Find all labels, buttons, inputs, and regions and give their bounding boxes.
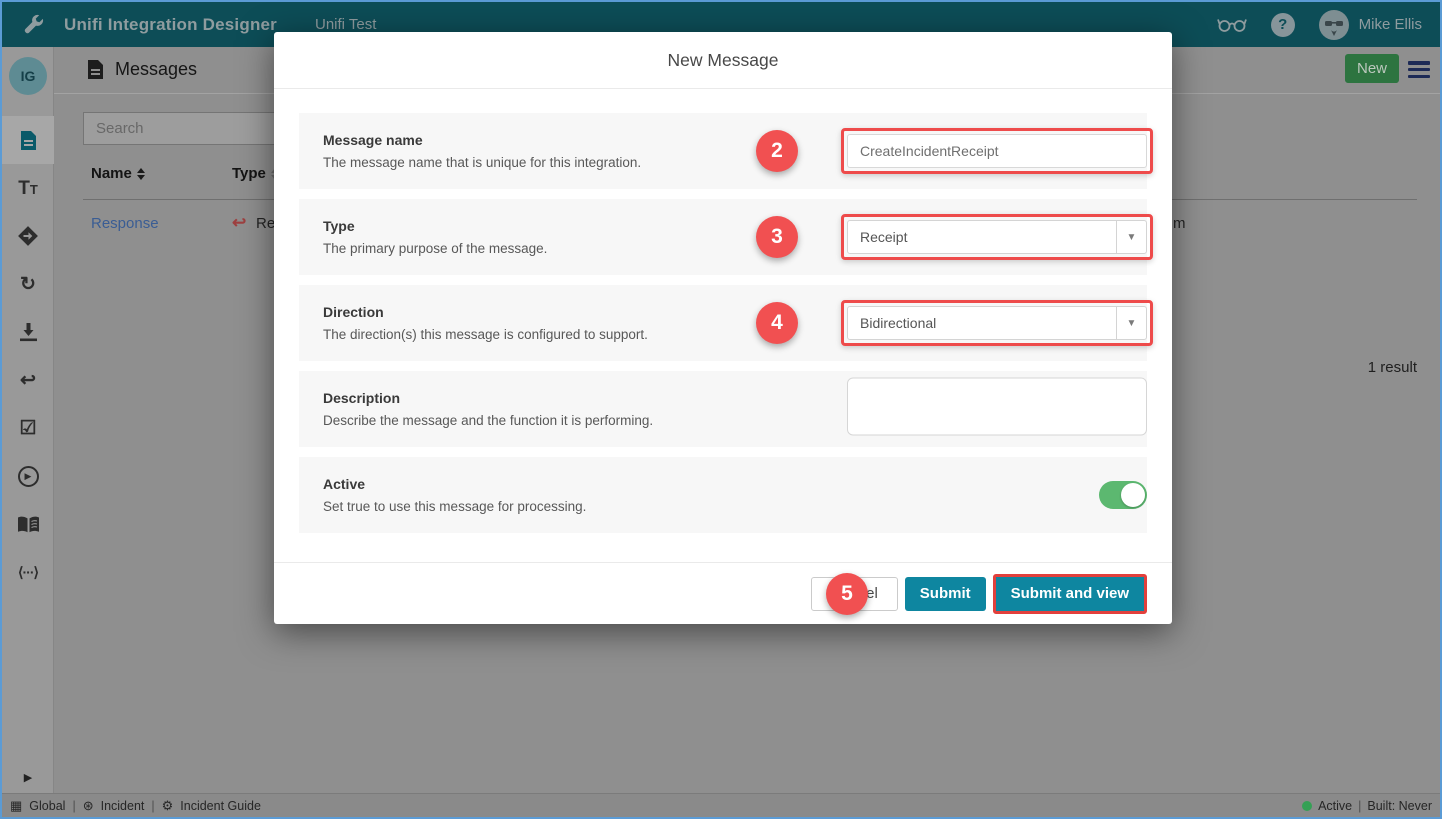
sidebar-item-messages[interactable] [2,116,54,164]
new-message-button[interactable]: New [1345,54,1399,83]
message-name-description: The message name that is unique for this… [323,155,793,170]
direction-description: The direction(s) this message is configu… [323,327,793,342]
results-count: 1 result [1368,359,1417,376]
active-toggle[interactable] [1099,481,1147,509]
clipboard-check-icon: ☑ [19,419,36,438]
active-label: Active [323,476,793,492]
app-label[interactable]: Incident [101,799,145,813]
table-header-row: Name Type [91,165,145,182]
integration-name[interactable]: Unifi Test [315,16,376,33]
reply-arrow-icon: ↩ [20,371,36,390]
left-nav-sidebar: IG TT ↻ ↩ ☑ ▶ ⟨···⟩ ▶ [2,47,54,793]
step-annotation-5: 5 [826,573,868,615]
gear-icon: ⚙ [162,798,174,814]
status-bar: ▦ Global | ⊛ Incident | ⚙ Incident Guide… [2,793,1440,817]
page-title-label: Messages [115,59,197,80]
step-annotation-4: 4 [756,302,798,344]
sort-icon [137,168,145,180]
modal-footer: 5 Cancel Submit Submit and view [274,562,1172,624]
description-textarea[interactable] [847,378,1147,436]
user-name[interactable]: Mike Ellis [1359,16,1422,33]
incident-icon: ⊛ [83,798,94,814]
dropdown-arrow-icon[interactable]: ▼ [1116,221,1146,253]
built-status-label: Built: Never [1367,799,1432,813]
new-message-modal: New Message Message name The message nam… [274,32,1172,624]
send-diamond-icon [17,225,39,247]
highlight-box: Submit and view [993,574,1147,614]
highlight-box: Bidirectional ▼ [841,300,1153,346]
sidebar-item-responses[interactable]: ↩ [2,356,54,404]
field-row-active: Active Set true to use this message for … [299,457,1147,533]
field-row-description: Description Describe the message and the… [299,371,1147,447]
preview-glasses-icon[interactable] [1217,16,1247,33]
active-description: Set true to use this message for process… [323,499,793,514]
history-icon: ↻ [20,275,36,294]
message-name-input[interactable] [847,134,1147,168]
wrench-icon [22,14,44,36]
sidebar-expand-button[interactable]: ▶ [2,765,54,789]
integration-avatar[interactable]: IG [9,57,47,95]
sidebar-item-scripts[interactable]: ⟨···⟩ [2,548,54,596]
active-control [1099,481,1147,509]
description-control [847,378,1147,441]
description-description: Describe the message and the function it… [323,413,793,428]
message-name-label: Message name [323,132,793,148]
sidebar-item-history[interactable]: ↻ [2,260,54,308]
direction-label: Direction [323,304,793,320]
step-annotation-3: 3 [756,216,798,258]
download-icon [20,323,37,342]
active-status-label: Active [1318,799,1352,813]
type-label: Type [323,218,793,234]
sidebar-item-run[interactable]: ▶ [2,452,54,500]
code-brackets-icon: ⟨···⟩ [18,564,38,581]
direction-select[interactable]: Bidirectional ▼ [847,306,1147,340]
submit-and-view-button[interactable]: Submit and view [996,577,1144,611]
menu-icon[interactable] [1408,61,1430,78]
submit-button[interactable]: Submit [905,577,986,611]
column-header-type[interactable]: Type [232,165,279,182]
modal-title: New Message [274,32,1172,89]
separator: | [72,799,75,813]
row-clipped-text: m [1173,215,1186,232]
messages-icon [88,60,103,79]
scope-label[interactable]: Global [29,799,65,813]
page-title: Messages [88,59,197,80]
active-status-dot [1302,801,1312,811]
highlight-box: Receipt ▼ [841,214,1153,260]
response-type-icon: ↩ [232,213,246,233]
field-row-type: Type The primary purpose of the message.… [299,199,1147,275]
play-circle-icon: ▶ [18,466,39,487]
help-icon[interactable]: ? [1271,13,1295,37]
grid-icon: ▦ [10,798,22,814]
toggle-knob [1121,483,1145,507]
separator: | [151,799,154,813]
separator: | [1358,799,1361,813]
step-annotation-2: 2 [756,130,798,172]
type-select-value: Receipt [848,221,1116,253]
field-row-direction: Direction The direction(s) this message … [299,285,1147,361]
app-title: Unifi Integration Designer [64,15,277,35]
type-select[interactable]: Receipt ▼ [847,220,1147,254]
dropdown-arrow-icon[interactable]: ▼ [1116,307,1146,339]
description-label: Description [323,390,793,406]
highlight-box [841,128,1153,174]
text-fields-icon: TT [18,179,38,198]
search-input[interactable] [84,113,295,144]
book-icon [18,516,39,533]
sidebar-item-download[interactable] [2,308,54,356]
field-row-message-name: Message name The message name that is un… [299,113,1147,189]
direction-select-value: Bidirectional [848,307,1116,339]
sidebar-item-fields[interactable]: TT [2,164,54,212]
user-avatar[interactable] [1319,10,1349,40]
search-box [83,112,298,145]
sidebar-item-tasks[interactable]: ☑ [2,404,54,452]
integration-label[interactable]: Incident Guide [180,799,261,813]
document-icon [21,131,36,150]
message-link[interactable]: Response [91,215,159,232]
type-description: The primary purpose of the message. [323,241,793,256]
sidebar-item-documentation[interactable] [2,500,54,548]
column-header-name[interactable]: Name [91,165,145,182]
sidebar-item-triggers[interactable] [2,212,54,260]
